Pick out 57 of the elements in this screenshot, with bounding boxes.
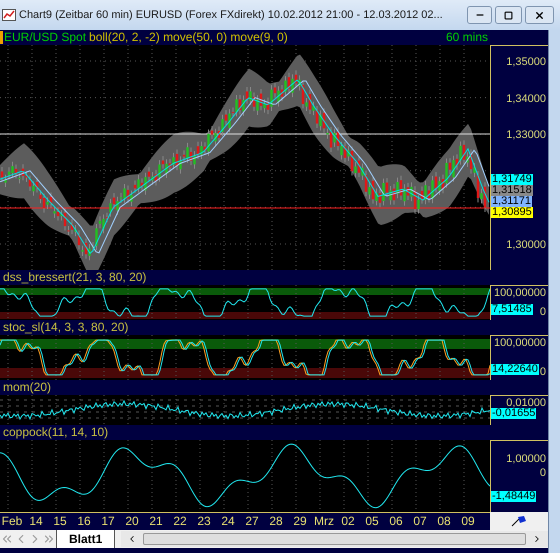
indicator-title: dss_bressert(21, 3, 80, 20) bbox=[3, 270, 146, 285]
maximize-button[interactable] bbox=[495, 6, 522, 24]
axis-label: 100,00000 bbox=[494, 337, 546, 349]
axis-label: 02 bbox=[340, 513, 356, 530]
indicator-title: mom(20) bbox=[3, 380, 52, 395]
axis-label: 16 bbox=[76, 513, 92, 530]
axis-label: 1,34000 bbox=[506, 93, 546, 105]
axis-label: 06 bbox=[388, 513, 404, 530]
axis-label: 17 bbox=[100, 513, 116, 530]
axis-label: 05 bbox=[364, 513, 380, 530]
axis-label: 100,00000 bbox=[494, 287, 546, 299]
axis-label: 08 bbox=[436, 513, 452, 530]
horizontal-scrollbar[interactable] bbox=[121, 531, 548, 547]
flag-icon[interactable] bbox=[511, 515, 527, 527]
axis-label: 28 bbox=[268, 513, 284, 530]
close-button[interactable] bbox=[525, 6, 554, 24]
maximize-icon bbox=[504, 10, 513, 20]
scroll-thumb[interactable] bbox=[143, 533, 526, 545]
axis-label: 14 bbox=[28, 513, 44, 530]
marker-icon bbox=[0, 31, 3, 44]
value-tag: 1,30895 bbox=[491, 207, 533, 218]
interval-label: 60 mins bbox=[446, 30, 488, 45]
axis-label: 1,30000 bbox=[506, 239, 546, 251]
window-title: Chart9 (Zeitbar 60 min) EURUSD (Forex FXdirekt) 10.02.2012 21:00 - 12.03.2012 02... bbox=[19, 8, 443, 23]
axis-label: 1,35000 bbox=[506, 56, 546, 68]
value-tag: 7,51485 bbox=[491, 304, 533, 315]
axis-label: 0,01000 bbox=[506, 397, 546, 409]
study-list: boll(20, 2, -2) move(50, 0) move(9, 0) bbox=[89, 30, 288, 45]
value-tag: 1,31171 bbox=[491, 196, 532, 207]
axis-label: 15 bbox=[52, 513, 68, 530]
axis-label: 09 bbox=[460, 513, 476, 530]
axis-label: 0 bbox=[540, 366, 546, 378]
close-icon bbox=[534, 10, 545, 20]
axis-label: 1,33000 bbox=[506, 129, 546, 141]
axis-label: 1,00000 bbox=[506, 453, 546, 465]
axis-label: 29 bbox=[292, 513, 308, 530]
axis-label: 24 bbox=[220, 513, 236, 530]
axis-label: 0 bbox=[540, 306, 546, 318]
axis-label: Feb bbox=[0, 513, 24, 530]
axis-label: 20 bbox=[124, 513, 140, 530]
indicator-title: stoc_sl(14, 3, 3, 80, 20) bbox=[3, 320, 128, 335]
axis-label: 07 bbox=[412, 513, 428, 530]
axis-label: 21 bbox=[148, 513, 164, 530]
value-tag: -1,48449 bbox=[491, 491, 536, 502]
value-tag: 1,31749 bbox=[491, 174, 533, 185]
axis-label: 23 bbox=[196, 513, 212, 530]
axis-label: Mrz bbox=[313, 513, 335, 530]
chart-icon bbox=[2, 8, 16, 22]
axis-label: 0 bbox=[540, 467, 546, 479]
value-tag: 14,22640 bbox=[491, 364, 539, 375]
value-tag: 1,31518 bbox=[491, 185, 533, 196]
axis-label: 27 bbox=[244, 513, 260, 530]
sheet-tab[interactable]: Blatt1 bbox=[56, 530, 116, 548]
axis-label: 22 bbox=[172, 513, 188, 530]
symbol-label: EUR/USD Spot bbox=[4, 30, 86, 45]
value-tag: -0,01655 bbox=[491, 408, 536, 419]
indicator-title: coppock(11, 14, 10) bbox=[3, 425, 108, 440]
